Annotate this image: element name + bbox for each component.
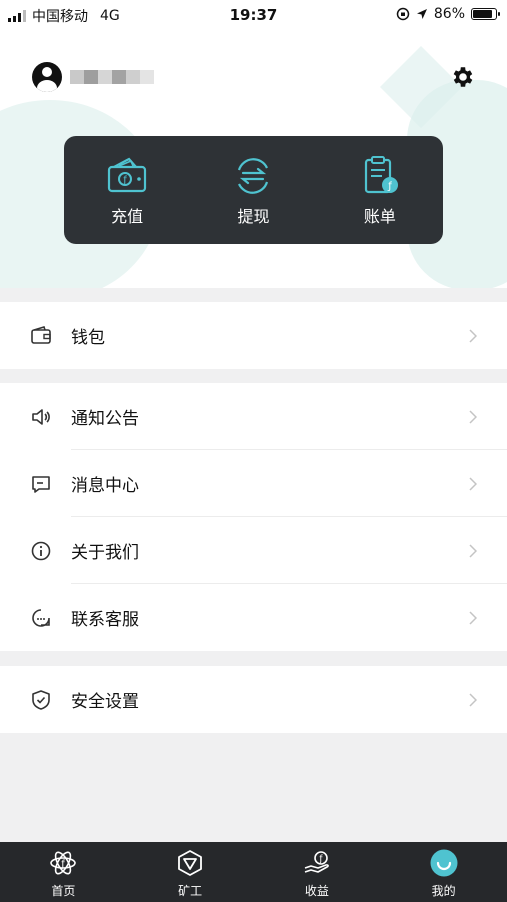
wallet-icon — [31, 325, 51, 344]
avatar[interactable] — [32, 62, 62, 92]
svg-text:ƒ: ƒ — [387, 181, 392, 192]
section-wallet: 钱包 — [0, 302, 507, 369]
home-atom-icon: ƒ — [50, 851, 77, 875]
battery-icon — [471, 8, 500, 20]
service-label: 联系客服 — [71, 610, 139, 630]
about-label: 关于我们 — [71, 543, 139, 563]
speaker-icon — [32, 408, 50, 425]
customer-service-icon — [32, 608, 50, 627]
menu-item-messages[interactable]: 消息中心 — [0, 450, 507, 517]
chevron-right-icon — [469, 328, 477, 343]
username-masked — [70, 70, 154, 84]
notice-label: 通知公告 — [71, 409, 139, 429]
menu-item-security[interactable]: 安全设置 — [0, 666, 507, 733]
miner-icon — [178, 850, 203, 876]
rotation-lock-icon — [396, 7, 410, 21]
clipboard-bill-icon: ƒ — [364, 156, 398, 194]
location-icon — [416, 9, 427, 19]
menu-item-about[interactable]: 关于我们 — [0, 517, 507, 584]
status-bar: 中国移动 4G 19:37 86% — [0, 0, 507, 30]
tab-miner[interactable]: 矿工 — [127, 842, 254, 902]
tab-income-label: 收益 — [304, 884, 329, 898]
shield-icon — [32, 689, 50, 710]
quick-actions-card: ƒ 充值 提现 ƒ 账单 — [64, 136, 443, 244]
recharge-button[interactable]: ƒ 充值 — [64, 136, 190, 244]
messages-label: 消息中心 — [71, 476, 139, 496]
income-icon: ƒ — [304, 851, 329, 873]
battery-percent: 86% — [433, 6, 465, 22]
section-security: 安全设置 — [0, 666, 507, 733]
profile-header: ƒ 充值 提现 ƒ 账单 — [0, 30, 507, 288]
wallet-coin-icon: ƒ — [108, 157, 147, 193]
message-icon — [32, 475, 50, 493]
chevron-right-icon — [469, 543, 477, 558]
svg-text:ƒ: ƒ — [122, 175, 127, 186]
section-info: 通知公告 消息中心 关于我们 联系客服 — [0, 383, 507, 651]
tab-profile-label: 我的 — [431, 884, 456, 898]
menu-item-notice[interactable]: 通知公告 — [0, 383, 507, 450]
tab-home[interactable]: ƒ 首页 — [0, 842, 127, 902]
bottom-tab-bar: ƒ 首页 矿工 ƒ 收益 我的 — [0, 842, 507, 902]
status-right: 86% — [396, 6, 500, 22]
menu-item-wallet[interactable]: 钱包 — [0, 302, 507, 369]
info-icon — [31, 541, 51, 560]
tab-miner-label: 矿工 — [178, 884, 203, 898]
transfer-arrows-icon — [238, 158, 269, 194]
svg-text:ƒ: ƒ — [61, 859, 66, 870]
tab-income[interactable]: ƒ 收益 — [254, 842, 381, 902]
chevron-right-icon — [469, 409, 477, 424]
bill-button[interactable]: ƒ 账单 — [317, 136, 443, 244]
tab-profile[interactable]: 我的 — [380, 842, 507, 902]
user-info[interactable] — [32, 62, 154, 92]
tab-home-label: 首页 — [51, 884, 76, 898]
withdraw-label: 提现 — [237, 207, 270, 226]
recharge-label: 充值 — [111, 207, 144, 226]
gear-icon[interactable] — [450, 64, 476, 90]
bill-label: 账单 — [363, 207, 396, 226]
menu-item-service[interactable]: 联系客服 — [0, 584, 507, 651]
chevron-right-icon — [469, 692, 477, 707]
profile-smile-icon — [430, 849, 458, 877]
chevron-right-icon — [469, 610, 477, 625]
withdraw-button[interactable]: 提现 — [190, 136, 316, 244]
security-label: 安全设置 — [71, 692, 139, 712]
wallet-label: 钱包 — [71, 328, 105, 348]
chevron-right-icon — [469, 476, 477, 491]
